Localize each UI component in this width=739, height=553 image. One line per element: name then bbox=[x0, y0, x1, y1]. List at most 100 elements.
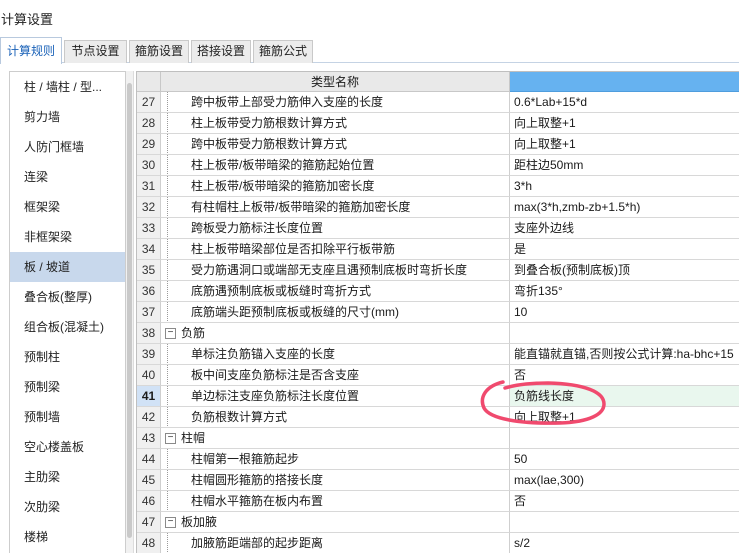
table-row[interactable]: 32 有柱帽柱上板带/板带暗梁的箍筋加密长度 max(3*h,zmb-zb+1.5*… bbox=[137, 197, 739, 218]
tab-lap-settings[interactable]: 搭接设置 bbox=[191, 40, 251, 63]
value-cell[interactable]: 距柱边50mm bbox=[510, 155, 739, 176]
collapse-icon[interactable]: − bbox=[165, 517, 176, 528]
group-label: 负筋 bbox=[181, 326, 206, 340]
row-number: 39 bbox=[137, 344, 161, 365]
value-cell[interactable]: 向上取整+1 bbox=[510, 113, 739, 134]
tree-indent-line bbox=[167, 365, 187, 385]
sidebar-item[interactable]: 板 / 坡道 bbox=[10, 252, 125, 282]
value-cell[interactable]: 3*h bbox=[510, 176, 739, 197]
sidebar-item[interactable]: 空心楼盖板 bbox=[10, 432, 125, 462]
sidebar-scroll-thumb[interactable] bbox=[127, 83, 132, 538]
row-number: 34 bbox=[137, 239, 161, 260]
row-type-name: 受力筋遇洞口或端部无支座且遇预制底板时弯折长度 bbox=[161, 260, 510, 281]
row-number: 30 bbox=[137, 155, 161, 176]
table-row[interactable]: 42 负筋根数计算方式 向上取整+1 bbox=[137, 407, 739, 428]
table-row[interactable]: 31 柱上板带/板带暗梁的箍筋加密长度 3*h bbox=[137, 176, 739, 197]
row-type-name: − 负筋 bbox=[161, 323, 510, 344]
sidebar-item[interactable]: 次肋梁 bbox=[10, 492, 125, 522]
table-row[interactable]: 29 跨中板带受力筋根数计算方式 向上取整+1 bbox=[137, 134, 739, 155]
value-cell bbox=[510, 428, 739, 449]
sidebar-item[interactable]: 框架梁 bbox=[10, 192, 125, 222]
value-cell[interactable]: 否 bbox=[510, 365, 739, 386]
sidebar-item[interactable]: 连梁 bbox=[10, 162, 125, 192]
sidebar-item[interactable]: 预制梁 bbox=[10, 372, 125, 402]
sidebar-item[interactable]: 楼梯 bbox=[10, 522, 125, 552]
table-row[interactable]: 41 单边标注支座负筋标注长度位置 负筋线长度 bbox=[137, 386, 739, 407]
table-row[interactable]: 46 柱帽水平箍筋在板内布置 否 bbox=[137, 491, 739, 512]
sidebar-item[interactable]: 剪力墙 bbox=[10, 102, 125, 132]
table-row[interactable]: 34 柱上板带暗梁部位是否扣除平行板带筋 是 bbox=[137, 239, 739, 260]
row-label: 柱上板带受力筋根数计算方式 bbox=[191, 116, 348, 130]
tree-indent-line bbox=[167, 449, 187, 469]
table-row[interactable]: 39 单标注负筋锚入支座的长度 能直锚就直锚,否则按公式计算:ha-bhc+15 bbox=[137, 344, 739, 365]
collapse-icon[interactable]: − bbox=[165, 433, 176, 444]
table-row[interactable]: 36 底筋遇预制底板或板缝时弯折方式 弯折135° bbox=[137, 281, 739, 302]
row-number: 27 bbox=[137, 92, 161, 113]
table-row[interactable]: 44 柱帽第一根箍筋起步 50 bbox=[137, 449, 739, 470]
row-number: 38 bbox=[137, 323, 161, 344]
table-row[interactable]: 33 跨板受力筋标注长度位置 支座外边线 bbox=[137, 218, 739, 239]
row-type-name: 跨中板带上部受力筋伸入支座的长度 bbox=[161, 92, 510, 113]
value-cell[interactable]: 向上取整+1 bbox=[510, 134, 739, 155]
row-number: 28 bbox=[137, 113, 161, 134]
row-label: 跨中板带上部受力筋伸入支座的长度 bbox=[191, 95, 384, 109]
value-cell[interactable]: 到叠合板(预制底板)顶 bbox=[510, 260, 739, 281]
row-label: 跨板受力筋标注长度位置 bbox=[191, 221, 324, 235]
sidebar-item[interactable]: 柱 / 墙柱 / 型... bbox=[10, 72, 125, 102]
value-cell[interactable]: 向上取整+1 bbox=[510, 407, 739, 428]
value-cell[interactable]: 0.6*Lab+15*d bbox=[510, 92, 739, 113]
row-number: 32 bbox=[137, 197, 161, 218]
table-row[interactable]: 48 加腋筋距端部的起步距离 s/2 bbox=[137, 533, 739, 553]
value-cell[interactable]: 支座外边线 bbox=[510, 218, 739, 239]
group-row[interactable]: 47− 板加腋 bbox=[137, 512, 739, 533]
tab-stirrup-formula[interactable]: 箍筋公式 bbox=[253, 40, 313, 63]
value-cell[interactable]: 否 bbox=[510, 491, 739, 512]
tab-node-settings[interactable]: 节点设置 bbox=[64, 40, 127, 63]
tab-calc-rules[interactable]: 计算规则 bbox=[0, 37, 62, 64]
group-row[interactable]: 43− 柱帽 bbox=[137, 428, 739, 449]
value-cell[interactable]: 10 bbox=[510, 302, 739, 323]
value-cell-editing[interactable]: 负筋线长度 bbox=[510, 386, 739, 407]
header-value bbox=[510, 72, 739, 92]
table-row[interactable]: 30 柱上板带/板带暗梁的箍筋起始位置 距柱边50mm bbox=[137, 155, 739, 176]
value-cell[interactable]: s/2 bbox=[510, 533, 739, 553]
table-row[interactable]: 35 受力筋遇洞口或端部无支座且遇预制底板时弯折长度 到叠合板(预制底板)顶 bbox=[137, 260, 739, 281]
sidebar-item[interactable]: 预制柱 bbox=[10, 342, 125, 372]
collapse-icon[interactable]: − bbox=[165, 328, 176, 339]
tree-indent-line bbox=[167, 176, 187, 196]
table-row[interactable]: 37 底筋端头距预制底板或板缝的尺寸(mm) 10 bbox=[137, 302, 739, 323]
row-number: 43 bbox=[137, 428, 161, 449]
group-row[interactable]: 38− 负筋 bbox=[137, 323, 739, 344]
sidebar-item[interactable]: 预制墙 bbox=[10, 402, 125, 432]
tree-indent-line bbox=[167, 260, 187, 280]
table-row[interactable]: 28 柱上板带受力筋根数计算方式 向上取整+1 bbox=[137, 113, 739, 134]
value-cell bbox=[510, 512, 739, 533]
tree-indent-line bbox=[167, 470, 187, 490]
tree-indent-line bbox=[167, 281, 187, 301]
sidebar-scrollbar[interactable] bbox=[126, 71, 134, 553]
row-label: 柱帽水平箍筋在板内布置 bbox=[191, 494, 324, 508]
sidebar-item[interactable]: 主肋梁 bbox=[10, 462, 125, 492]
sidebar-item[interactable]: 组合板(混凝土) bbox=[10, 312, 125, 342]
header-type-name: 类型名称 bbox=[161, 72, 510, 92]
value-cell[interactable]: max(lae,300) bbox=[510, 470, 739, 491]
tree-indent-line bbox=[167, 155, 187, 175]
table-row[interactable]: 45 柱帽圆形箍筋的搭接长度 max(lae,300) bbox=[137, 470, 739, 491]
tree-indent-line bbox=[167, 197, 187, 217]
sidebar-item[interactable]: 非框架梁 bbox=[10, 222, 125, 252]
value-cell[interactable]: max(3*h,zmb-zb+1.5*h) bbox=[510, 197, 739, 218]
row-label: 柱上板带/板带暗梁的箍筋加密长度 bbox=[191, 179, 375, 193]
value-cell[interactable]: 是 bbox=[510, 239, 739, 260]
row-label: 跨中板带受力筋根数计算方式 bbox=[191, 137, 348, 151]
table-row[interactable]: 27 跨中板带上部受力筋伸入支座的长度 0.6*Lab+15*d bbox=[137, 92, 739, 113]
sidebar-item[interactable]: 人防门框墙 bbox=[10, 132, 125, 162]
row-type-name: − 板加腋 bbox=[161, 512, 510, 533]
row-number: 31 bbox=[137, 176, 161, 197]
value-cell[interactable]: 能直锚就直锚,否则按公式计算:ha-bhc+15 bbox=[510, 344, 739, 365]
sidebar-item[interactable]: 叠合板(整厚) bbox=[10, 282, 125, 312]
settings-grid: 类型名称 27 跨中板带上部受力筋伸入支座的长度 0.6*Lab+15*d 28 柱上板… bbox=[136, 71, 739, 553]
table-row[interactable]: 40 板中间支座负筋标注是否含支座 否 bbox=[137, 365, 739, 386]
value-cell[interactable]: 50 bbox=[510, 449, 739, 470]
value-cell[interactable]: 弯折135° bbox=[510, 281, 739, 302]
tab-stirrup-settings[interactable]: 箍筋设置 bbox=[129, 40, 189, 63]
